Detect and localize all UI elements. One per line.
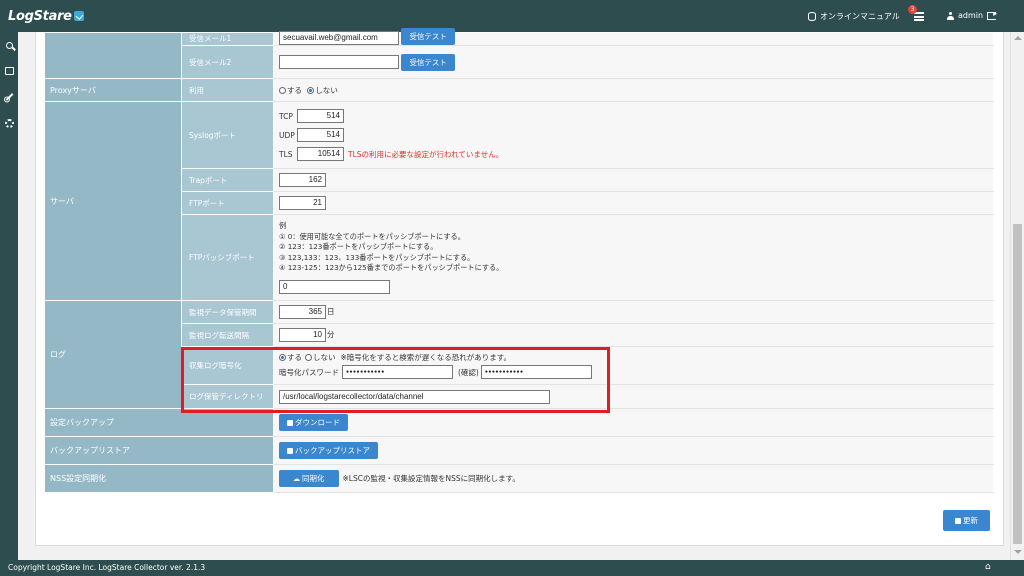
tcp-label: TCP [279,111,293,121]
server-section-label: サーバ [44,101,182,301]
scroll-up-arrow-icon[interactable] [1014,36,1022,40]
ftp-passive-input[interactable]: 0 [279,279,390,294]
top-bar: LogStare オンラインマニュアル 3 admin [0,0,1024,32]
update-button-label: 更新 [963,516,978,525]
udp-port-input[interactable]: 514 [297,128,344,142]
user-name: admin [958,11,984,20]
proxy-use-cell: する しない [273,78,994,102]
restore-button-label: バックアップリストア [295,446,370,455]
tcp-port-input[interactable]: 514 [297,109,344,123]
scroll-down-arrow-icon[interactable] [1014,550,1022,554]
logout-icon[interactable] [987,9,997,20]
recv-mail-1-label: 受信メール1 [181,32,274,46]
ftp-port-input[interactable]: 21 [279,196,326,210]
wrench-icon [5,93,13,101]
logo[interactable]: LogStare [8,9,84,24]
recv-mail-2-label: 受信メール2 [181,45,274,79]
settings-form: 受信メール1 secuavail.web@gmail.com 受信テスト 受信メ… [44,28,994,493]
tls-label: TLS [279,149,293,159]
mail-section-cell [44,32,182,79]
ftp-port-label: FTPポート [181,191,274,215]
transfer-interval-unit: 分 [327,330,335,339]
recv-mail-2-cell: 受信テスト [273,45,994,79]
recv-mail-1-cell: secuavail.web@gmail.com 受信テスト [273,28,994,46]
logo-check-icon [73,11,84,21]
transfer-interval-input[interactable]: 10 [279,328,326,342]
syslog-port-label: Syslogポート [181,101,274,169]
sidebar-item-search[interactable] [0,32,18,58]
retention-cell: 365 日 [273,300,994,324]
scrollbar-thumb[interactable] [1013,224,1022,544]
scrollbar[interactable] [1010,32,1024,560]
ftp-port-cell: 21 [273,191,994,215]
nss-section-label: NSS設定同期化 [44,464,274,493]
restore-button[interactable]: バックアップリストア [279,442,378,459]
passive-example-1: ① 0：使用可能な全てのポートをパッシブポートにする。 [279,231,465,241]
proxy-yes-label: する [287,85,302,95]
tls-port-input[interactable]: 10514 [297,147,344,161]
recv-mail-2-input[interactable] [279,55,399,69]
sidebar-item-settings[interactable] [0,110,18,136]
sidebar [0,32,18,560]
proxy-no-label: しない [315,85,338,95]
save-icon [287,420,293,426]
trap-port-input[interactable]: 162 [279,173,326,187]
sidebar-item-docs[interactable] [0,58,18,84]
highlight-box [181,347,610,413]
udp-label: UDP [279,130,295,140]
proxy-section-label: Proxyサーバ [44,78,182,102]
update-button[interactable]: 更新 [943,510,990,531]
passive-example-3: ③ 123,133：123、133番ポートをパッシブポートにする。 [279,252,475,262]
nss-note: ※LSCの監視・収集設定情報をNSSに同期化します。 [342,473,520,483]
logo-text: LogStare [8,9,72,24]
trap-port-cell: 162 [273,168,994,192]
trap-port-label: Trapポート [181,168,274,192]
restore-cell: バックアップリストア [273,436,994,465]
log-section-label: ログ [44,300,182,409]
list-icon [914,12,924,21]
retention-unit: 日 [327,307,335,316]
passive-example-0: 例 [279,221,287,231]
home-icon[interactable]: ⌂ [985,562,991,572]
proxy-yes-radio[interactable] [279,86,286,94]
proxy-use-label: 利用 [181,78,274,102]
ftp-passive-cell: 例 ① 0：使用可能な全てのポートをパッシブポートにする。 ② 123：123番… [273,214,994,301]
sync-button[interactable]: ☁ 同期化 [279,470,339,487]
notification-badge: 3 [908,5,917,14]
transfer-interval-cell: 10 分 [273,323,994,347]
recv-mail-1-input[interactable]: secuavail.web@gmail.com [279,30,399,45]
ftp-passive-label: FTPパッシブポート [181,214,274,301]
passive-example-2: ② 123：123番ポートをパッシブポートにする。 [279,242,438,252]
recv-mail-1-test-button[interactable]: 受信テスト [401,28,455,45]
restore-section-label: バックアップリストア [44,436,274,465]
notifications-button[interactable]: 3 [908,5,926,22]
sync-button-label: 同期化 [302,474,325,483]
retention-input[interactable]: 365 [279,305,326,319]
download-button-label: ダウンロード [295,418,340,427]
passive-example-4: ④ 123-125：123から125番までのポートをパッシブポートにする。 [279,263,504,273]
user-icon [947,11,954,20]
retention-label: 監視データ保管期間 [181,300,274,324]
copyright: Copyright LogStare Inc. LogStare Collect… [8,563,206,572]
search-icon [5,41,13,49]
save-icon [955,518,961,524]
online-manual-link[interactable]: オンラインマニュアル [808,11,900,22]
sidebar-item-tools[interactable] [0,84,18,110]
syslog-port-cell: TCP 514 UDP 514 TLS 10514 TLSの利用に必要な設定が行われてい… [273,101,994,169]
nss-cell: ☁ 同期化 ※LSCの監視・収集設定情報をNSSに同期化します。 [273,464,994,493]
save-icon [287,448,293,454]
gears-icon [4,118,14,128]
tls-warning: TLSの利用に必要な設定が行われていません。 [348,149,504,159]
cloud-icon: ☁ [293,475,300,483]
proxy-no-radio[interactable] [307,86,315,94]
recv-mail-2-test-button[interactable]: 受信テスト [401,53,455,71]
download-button[interactable]: ダウンロード [279,414,348,431]
footer: Copyright LogStare Inc. LogStare Collect… [0,560,1024,576]
database-icon [808,12,816,21]
book-icon [4,67,14,75]
user-menu[interactable]: admin [947,9,997,20]
online-manual-label: オンラインマニュアル [820,12,900,21]
transfer-interval-label: 監視ログ転送間隔 [181,323,274,347]
